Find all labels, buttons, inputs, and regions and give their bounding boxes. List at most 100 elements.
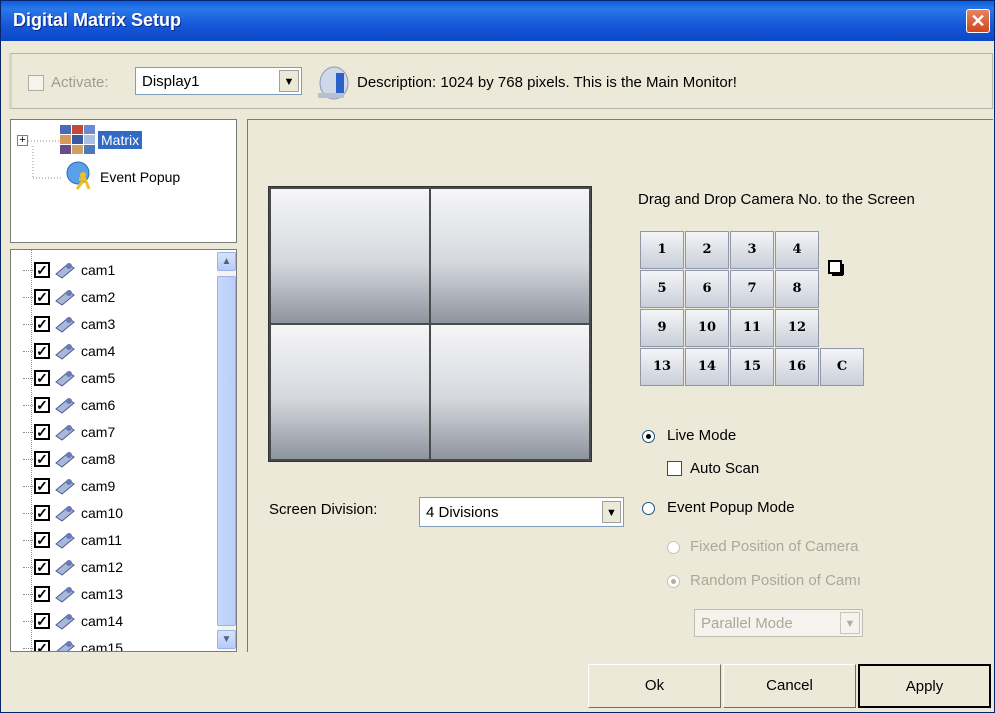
camera-list-item[interactable]: ✓ cam14: [11, 608, 211, 635]
camera-number-button[interactable]: 10: [685, 309, 729, 347]
camera-list-item[interactable]: ✓ cam9: [11, 473, 211, 500]
camera-number-button[interactable]: 11: [730, 309, 774, 347]
window-title: Digital Matrix Setup: [13, 10, 182, 30]
camera-list-item[interactable]: ✓ cam7: [11, 419, 211, 446]
camera-icon: [55, 533, 75, 549]
window-icon[interactable]: [827, 259, 845, 277]
camera-label: cam14: [81, 613, 124, 629]
camera-list-item[interactable]: ✓ cam1: [11, 257, 211, 284]
event-popup-icon: [66, 161, 91, 190]
screen-division-dropdown[interactable]: 4 Divisions ▼: [419, 497, 624, 527]
apply-button[interactable]: Apply: [858, 664, 991, 708]
camera-list-item[interactable]: ✓ cam10: [11, 500, 211, 527]
scroll-up-icon[interactable]: ▲: [217, 252, 236, 271]
camera-checkbox[interactable]: ✓: [34, 370, 50, 386]
fixed-position-radio[interactable]: [667, 541, 680, 554]
matrix-icon: [60, 125, 95, 154]
camera-label: cam9: [81, 478, 116, 494]
screen-cell-1[interactable]: [271, 189, 429, 323]
screen-cell-3[interactable]: [271, 325, 429, 459]
camera-label: cam4: [81, 343, 116, 359]
camera-list-item[interactable]: ✓ cam12: [11, 554, 211, 581]
auto-scan-label: Auto Scan: [690, 460, 760, 477]
camera-icon: [55, 479, 75, 495]
camera-checkbox[interactable]: ✓: [34, 316, 50, 332]
chevron-down-icon[interactable]: ▼: [602, 501, 621, 523]
parallel-mode-value: Parallel Mode: [701, 615, 793, 632]
camera-number-button[interactable]: 1: [640, 231, 684, 269]
camera-list-item[interactable]: ✓ cam3: [11, 311, 211, 338]
ok-button[interactable]: Ok: [588, 664, 721, 708]
camera-label: cam11: [81, 532, 122, 548]
activate-checkbox[interactable]: [28, 75, 44, 91]
screen-cell-2[interactable]: [431, 189, 589, 323]
auto-scan-checkbox[interactable]: [667, 461, 682, 476]
camera-checkbox[interactable]: ✓: [34, 532, 50, 548]
camera-checkbox[interactable]: ✓: [34, 424, 50, 440]
camera-checkbox[interactable]: ✓: [34, 289, 50, 305]
camera-number-button[interactable]: 7: [730, 270, 774, 308]
camera-number-button[interactable]: 12: [775, 309, 819, 347]
expand-icon[interactable]: +: [17, 135, 28, 146]
camera-number-button[interactable]: 15: [730, 348, 774, 386]
camera-label: cam12: [81, 559, 124, 575]
camera-list-item[interactable]: ✓ cam8: [11, 446, 211, 473]
camera-list-item[interactable]: ✓ cam4: [11, 338, 211, 365]
camera-number-button[interactable]: 4: [775, 231, 819, 269]
scroll-down-icon[interactable]: ▼: [217, 630, 236, 649]
camera-checkbox[interactable]: ✓: [34, 505, 50, 521]
camera-checkbox[interactable]: ✓: [34, 451, 50, 467]
screen-division-label: Screen Division:: [269, 501, 378, 518]
close-button[interactable]: ✕: [966, 9, 990, 33]
event-popup-mode-label: Event Popup Mode: [667, 499, 795, 516]
camera-list-item[interactable]: ✓ cam13: [11, 581, 211, 608]
camera-list-item[interactable]: ✓ cam5: [11, 365, 211, 392]
random-position-radio[interactable]: [667, 575, 680, 588]
camera-number-button[interactable]: 9: [640, 309, 684, 347]
camera-checkbox[interactable]: ✓: [34, 613, 50, 629]
camera-checkbox[interactable]: ✓: [34, 586, 50, 602]
camera-checkbox[interactable]: ✓: [34, 343, 50, 359]
monitor-icon: [318, 66, 349, 100]
scroll-thumb[interactable]: [217, 276, 236, 626]
live-mode-radio[interactable]: [642, 430, 655, 443]
display-dropdown[interactable]: Display1 ▼: [135, 67, 302, 95]
camera-label: cam1: [81, 262, 116, 278]
camera-list-item[interactable]: ✓ cam11: [11, 527, 211, 554]
camera-number-button[interactable]: 5: [640, 270, 684, 308]
camera-number-button[interactable]: 14: [685, 348, 729, 386]
screen-cell-4[interactable]: [431, 325, 589, 459]
camera-label: cam3: [81, 316, 116, 332]
camera-number-button[interactable]: 16: [775, 348, 819, 386]
screen-layout-preview: [268, 186, 592, 462]
chevron-down-icon[interactable]: ▼: [279, 70, 299, 92]
camera-checkbox[interactable]: ✓: [34, 559, 50, 575]
tree-item-matrix[interactable]: Matrix: [98, 131, 143, 149]
camera-number-button[interactable]: 13: [640, 348, 684, 386]
camera-number-button[interactable]: 6: [685, 270, 729, 308]
parallel-mode-dropdown[interactable]: Parallel Mode ▼: [694, 609, 863, 637]
camera-icon: [55, 560, 75, 576]
camera-number-button[interactable]: 3: [730, 231, 774, 269]
camera-list-item[interactable]: ✓ cam6: [11, 392, 211, 419]
camera-label: cam8: [81, 451, 116, 467]
title-bar[interactable]: Digital Matrix Setup ✕: [1, 1, 994, 41]
activate-label: Activate:: [51, 74, 109, 91]
camera-icon: [55, 317, 75, 333]
camera-checkbox[interactable]: ✓: [34, 262, 50, 278]
camera-list-scrollbar[interactable]: ▲ ▼: [217, 252, 236, 650]
camera-list-item[interactable]: ✓ cam15: [11, 635, 211, 651]
camera-checkbox[interactable]: ✓: [34, 478, 50, 494]
cancel-button[interactable]: Cancel: [723, 664, 856, 708]
camera-number-button[interactable]: 2: [685, 231, 729, 269]
camera-icon: [55, 398, 75, 414]
camera-list-item[interactable]: ✓ cam2: [11, 284, 211, 311]
chevron-down-icon[interactable]: ▼: [840, 612, 860, 634]
event-popup-mode-radio[interactable]: [642, 502, 655, 515]
camera-label: cam13: [81, 586, 124, 602]
camera-checkbox[interactable]: ✓: [34, 397, 50, 413]
camera-number-button[interactable]: C: [820, 348, 864, 386]
camera-number-button[interactable]: 8: [775, 270, 819, 308]
camera-checkbox[interactable]: ✓: [34, 640, 50, 651]
tree-item-event-popup[interactable]: Event Popup: [100, 169, 180, 185]
